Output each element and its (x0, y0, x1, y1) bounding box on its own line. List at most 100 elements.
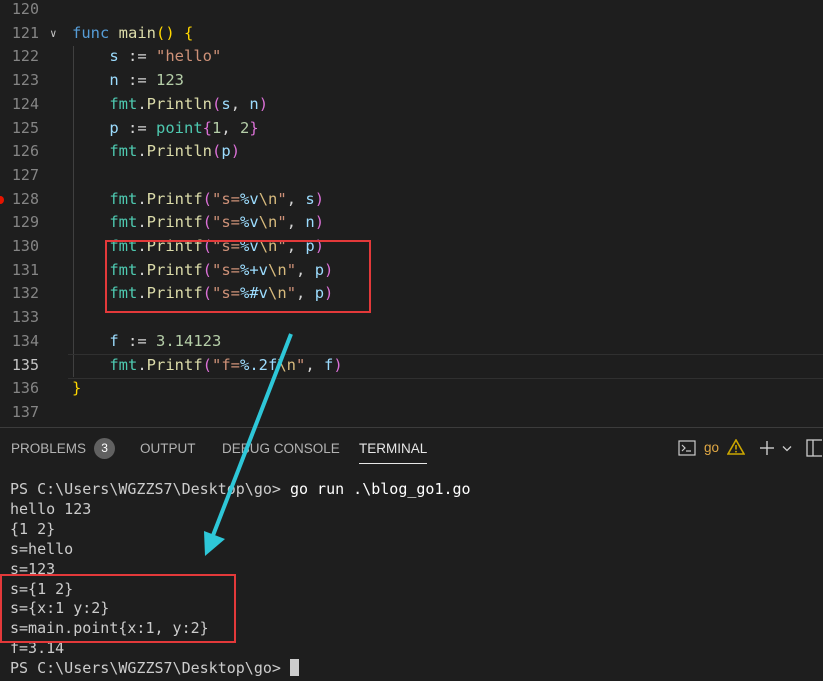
line-number: 120 (11, 0, 39, 18)
code-token: ( (202, 189, 213, 208)
code-token: " (277, 213, 287, 232)
code-token: { (202, 118, 213, 137)
code-token: fmt (72, 355, 138, 374)
line-number: 122 (11, 47, 39, 66)
code-token: ( (212, 142, 222, 161)
terminal-command: go run .\blog_go1.go (289, 480, 471, 498)
chevron-down-icon[interactable] (782, 445, 792, 453)
code-token: p (72, 118, 119, 137)
split-panel-icon[interactable] (806, 439, 822, 457)
line-number: 128 (11, 189, 39, 208)
panel-tab-bar: PROBLEMS 3 OUTPUT DEBUG CONSOLE TERMINAL … (0, 428, 823, 468)
code-token: Printf (146, 355, 203, 374)
code-line[interactable]: 124 fmt.Println(s, n) (0, 93, 823, 117)
code-token: . (137, 189, 147, 208)
line-number: 133 (11, 308, 39, 327)
code-token: ) (333, 355, 343, 374)
code-text: f := 3.14123 (72, 330, 221, 354)
line-number: 121 (11, 23, 39, 42)
line-number: 134 (11, 331, 39, 350)
code-line[interactable]: 127 (0, 164, 823, 188)
code-token: . (137, 213, 147, 232)
code-token: n (249, 94, 259, 113)
code-line[interactable]: 134 f := 3.14123 (0, 330, 823, 354)
code-token: \n (258, 213, 278, 232)
line-number: 137 (11, 402, 39, 421)
code-token: , (286, 213, 306, 232)
code-line[interactable]: 120 (0, 0, 823, 22)
code-line[interactable]: 121 ∨ func main() { (0, 22, 823, 46)
code-token: . (137, 94, 147, 113)
code-line[interactable]: 125 p := point{1, 2} (0, 117, 823, 141)
terminal-cursor (289, 659, 299, 677)
code-token: 3.14123 (156, 331, 222, 350)
code-token: %.2f (240, 355, 278, 374)
code-token: 123 (156, 71, 184, 90)
line-number: 136 (11, 379, 39, 398)
code-token: s (72, 47, 119, 66)
code-token: , (286, 189, 306, 208)
annotation-box-output (0, 574, 236, 643)
code-line[interactable]: 135 fmt.Printf("f=%.2f\n", f) (0, 353, 823, 379)
code-token: } (249, 118, 259, 137)
tab-problems-label: PROBLEMS (11, 441, 87, 456)
tab-terminal-label: TERMINAL (359, 441, 428, 456)
line-number: 129 (11, 213, 39, 232)
code-token: " (277, 189, 287, 208)
code-token: ) (314, 189, 325, 208)
code-token: n (305, 213, 315, 232)
fold-chevron-icon[interactable]: ∨ (50, 27, 57, 40)
code-line[interactable]: 137 (0, 401, 823, 425)
code-text: } (72, 377, 81, 401)
code-token: "s= (212, 189, 241, 208)
code-line[interactable]: 126 fmt.Println(p) (0, 140, 823, 164)
code-token: . (137, 355, 147, 374)
terminal-output-line: hello 123 (10, 499, 92, 518)
tab-output[interactable]: OUTPUT (140, 428, 196, 468)
code-token: ( (202, 213, 213, 232)
code-token: ( (212, 94, 222, 113)
code-token: ) (230, 142, 241, 161)
line-number: 126 (11, 142, 39, 161)
line-number: 127 (11, 165, 39, 184)
code-token: := (118, 118, 156, 137)
terminal-output-line: {1 2} (10, 519, 56, 538)
code-token: { (184, 23, 194, 42)
tab-output-label: OUTPUT (140, 441, 196, 456)
tab-debug-console[interactable]: DEBUG CONSOLE (222, 428, 340, 468)
code-text: fmt.Printf("s=%v\n", s) (72, 188, 324, 212)
code-line[interactable]: 122 s := "hello" (0, 45, 823, 69)
code-line[interactable]: 129 fmt.Printf("s=%v\n", n) (0, 211, 823, 235)
code-token: p (221, 142, 231, 161)
terminal-final-prompt: PS C:\Users\WGZZS7\Desktop\go> (10, 659, 290, 678)
code-line[interactable]: 123 n := 123 (0, 69, 823, 93)
line-number: 132 (11, 284, 39, 303)
tab-problems[interactable]: PROBLEMS 3 (11, 428, 116, 468)
code-token: ) (314, 213, 325, 232)
code-token: n (72, 71, 119, 90)
code-token: s (305, 189, 315, 208)
code-text: fmt.Println(s, n) (72, 93, 268, 117)
code-token: Println (146, 94, 212, 113)
code-token: "s= (212, 213, 241, 232)
code-token: f (72, 331, 119, 350)
code-token: f (324, 355, 334, 374)
code-line[interactable]: 128 fmt.Printf("s=%v\n", s) (0, 188, 823, 212)
code-text: fmt.Println(p) (72, 140, 240, 164)
code-line[interactable]: 136} (0, 377, 823, 401)
code-token: 2 (240, 118, 250, 137)
code-token: , (230, 94, 250, 113)
code-token: fmt (72, 213, 138, 232)
terminal-profile-label: go (704, 440, 720, 455)
code-token: \n (258, 189, 278, 208)
code-token: fmt (72, 189, 138, 208)
code-token: Printf (146, 213, 203, 232)
problems-count-badge: 3 (94, 438, 116, 459)
annotation-box-code (105, 240, 371, 313)
add-terminal-button[interactable] (758, 439, 776, 457)
code-token: \n (277, 355, 297, 374)
tab-terminal[interactable]: TERMINAL (359, 428, 428, 468)
terminal-profile[interactable]: go (678, 428, 748, 468)
code-editor[interactable]: 120 121 ∨ func main() {122 s := "hello" 123 … (0, 0, 823, 427)
code-token: := (118, 71, 156, 90)
